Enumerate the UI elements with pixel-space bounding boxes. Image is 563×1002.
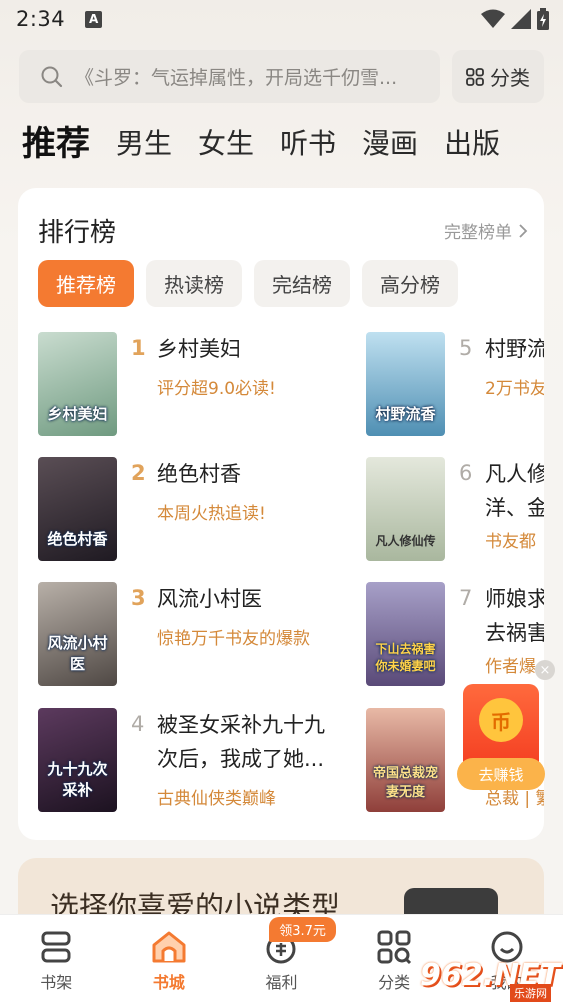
- status-icons: [481, 8, 549, 30]
- chevron-right-icon: [519, 223, 528, 238]
- book-title: 风流小村医: [157, 587, 262, 611]
- book-item[interactable]: 下山去祸害你未婚妻吧 7 师娘求去祸害 作者爆: [366, 582, 544, 686]
- app-notification-icon: A: [85, 10, 103, 28]
- book-cover: 凡人修仙传: [366, 457, 445, 561]
- ranking-title: 排行榜: [38, 218, 117, 248]
- book-item[interactable]: 绝色村香 2 绝色村香 本周火热追读!: [38, 457, 337, 561]
- tab-audiobook[interactable]: 听书: [280, 118, 336, 170]
- earn-money-button[interactable]: 去赚钱: [457, 758, 545, 790]
- status-time: 2:34: [16, 7, 66, 31]
- book-rank: 2: [131, 461, 146, 485]
- book-cover: 风流小村医: [38, 582, 117, 686]
- nav-label: 分类: [378, 973, 411, 992]
- float-close-button[interactable]: ×: [535, 660, 555, 680]
- tab-female[interactable]: 女生: [198, 118, 254, 170]
- nav-label: 福利: [265, 973, 298, 992]
- book-cover: 九十九次采补: [38, 708, 117, 812]
- book-item[interactable]: 九十九次采补 4 被圣女采补九十九次后，我成了她... 古典仙侠类巅峰: [38, 708, 337, 812]
- book-desc: 2万书友: [485, 379, 544, 399]
- category-button-label: 分类: [490, 66, 530, 90]
- battery-icon: [537, 8, 549, 30]
- book-title: 师娘求去祸害: [485, 587, 544, 645]
- book-desc: 本周火热追读!: [157, 504, 266, 524]
- ranking-tabs: 推荐榜 热读榜 完结榜 高分榜: [38, 260, 458, 307]
- wifi-icon: [481, 9, 505, 28]
- bookshelf-icon: [41, 931, 71, 963]
- tab-recommend[interactable]: 推荐: [22, 118, 90, 170]
- book-cover: 下山去祸害你未婚妻吧: [366, 582, 445, 686]
- book-rank: 4: [131, 712, 145, 736]
- signal-icon: [511, 9, 531, 29]
- book-desc: 评分超9.0必读!: [157, 379, 276, 399]
- search-icon: [41, 66, 63, 87]
- search-input[interactable]: 《斗罗：气运掉属性，开局选千仞雪...: [75, 63, 435, 90]
- book-cover-title: 下山去祸害你未婚妻吧: [375, 642, 436, 673]
- category-button[interactable]: 分类: [452, 50, 544, 103]
- book-rank: 7: [459, 586, 473, 610]
- ranking-tab-hot[interactable]: 热读榜: [146, 260, 242, 307]
- nav-welfare[interactable]: 领3.7元 福利: [225, 915, 338, 1002]
- grid-icon: [466, 67, 484, 86]
- book-title: 凡人修洋、金: [485, 462, 544, 520]
- book-cover: 乡村美妇: [38, 332, 117, 436]
- ranking-tab-finished[interactable]: 完结榜: [254, 260, 350, 307]
- book-desc: 惊艳万千书友的爆款: [157, 629, 310, 649]
- home-icon: [152, 931, 186, 963]
- book-cover-title: 风流小村医: [47, 634, 108, 673]
- book-cover: 村野流香: [366, 332, 445, 436]
- nav-bookshelf[interactable]: 书架: [0, 915, 113, 1002]
- grid-icon: [377, 930, 412, 965]
- nav-bookstore[interactable]: 书城: [113, 915, 226, 1002]
- book-item[interactable]: 村野流香 5 村野流 2万书友: [366, 332, 544, 436]
- ranking-more-link[interactable]: 完整榜单: [444, 218, 528, 243]
- tab-publish[interactable]: 出版: [444, 118, 500, 170]
- tab-comic[interactable]: 漫画: [362, 118, 418, 170]
- book-cover-title: 凡人修仙传: [375, 534, 436, 548]
- watermark: 962.NET 乐游网: [420, 950, 563, 1002]
- ranking-tab-recommend[interactable]: 推荐榜: [38, 260, 134, 307]
- search-bar[interactable]: 《斗罗：气运掉属性，开局选千仞雪...: [19, 50, 440, 103]
- ranking-more-label: 完整榜单: [444, 223, 512, 243]
- book-title: 村野流: [485, 337, 544, 361]
- tab-male[interactable]: 男生: [116, 118, 172, 170]
- status-bar: 2:34 A: [0, 0, 563, 38]
- nav-label: 书城: [152, 973, 185, 992]
- coin-icon: 币: [479, 698, 523, 742]
- book-cover-title: 帝国总裁宠妻无度: [372, 766, 438, 800]
- book-desc: 古典仙侠类巅峰: [157, 789, 276, 809]
- book-desc: 书友都: [485, 532, 536, 552]
- book-cover-title: 九十九次采补: [47, 760, 108, 799]
- book-cover: 帝国总裁宠妻无度: [366, 708, 445, 812]
- book-cover-title: 村野流香: [375, 405, 436, 423]
- book-rank: 3: [131, 586, 146, 610]
- book-rank: 5: [459, 336, 473, 360]
- book-rank: 1: [131, 336, 146, 360]
- watermark-sub: 乐游网: [510, 984, 551, 1002]
- book-item[interactable]: 风流小村医 3 风流小村医 惊艳万千书友的爆款: [38, 582, 337, 686]
- book-title: 绝色村香: [157, 462, 241, 486]
- book-cover-title: 绝色村香: [47, 530, 108, 548]
- book-item[interactable]: 乡村美妇 1 乡村美妇 评分超9.0必读!: [38, 332, 337, 436]
- channel-tabs: 推荐 男生 女生 听书 漫画 出版: [22, 118, 526, 170]
- welfare-badge: 领3.7元: [269, 917, 336, 942]
- book-item[interactable]: 凡人修仙传 6 凡人修洋、金 书友都: [366, 457, 544, 561]
- book-title: 乡村美妇: [157, 337, 241, 361]
- book-rank: 6: [459, 461, 473, 485]
- book-title: 被圣女采补九十九次后，我成了她...: [157, 713, 325, 771]
- book-cover-title: 乡村美妇: [47, 405, 108, 423]
- ranking-tab-high-score[interactable]: 高分榜: [362, 260, 458, 307]
- nav-label: 书架: [40, 973, 73, 992]
- book-cover: 绝色村香: [38, 457, 117, 561]
